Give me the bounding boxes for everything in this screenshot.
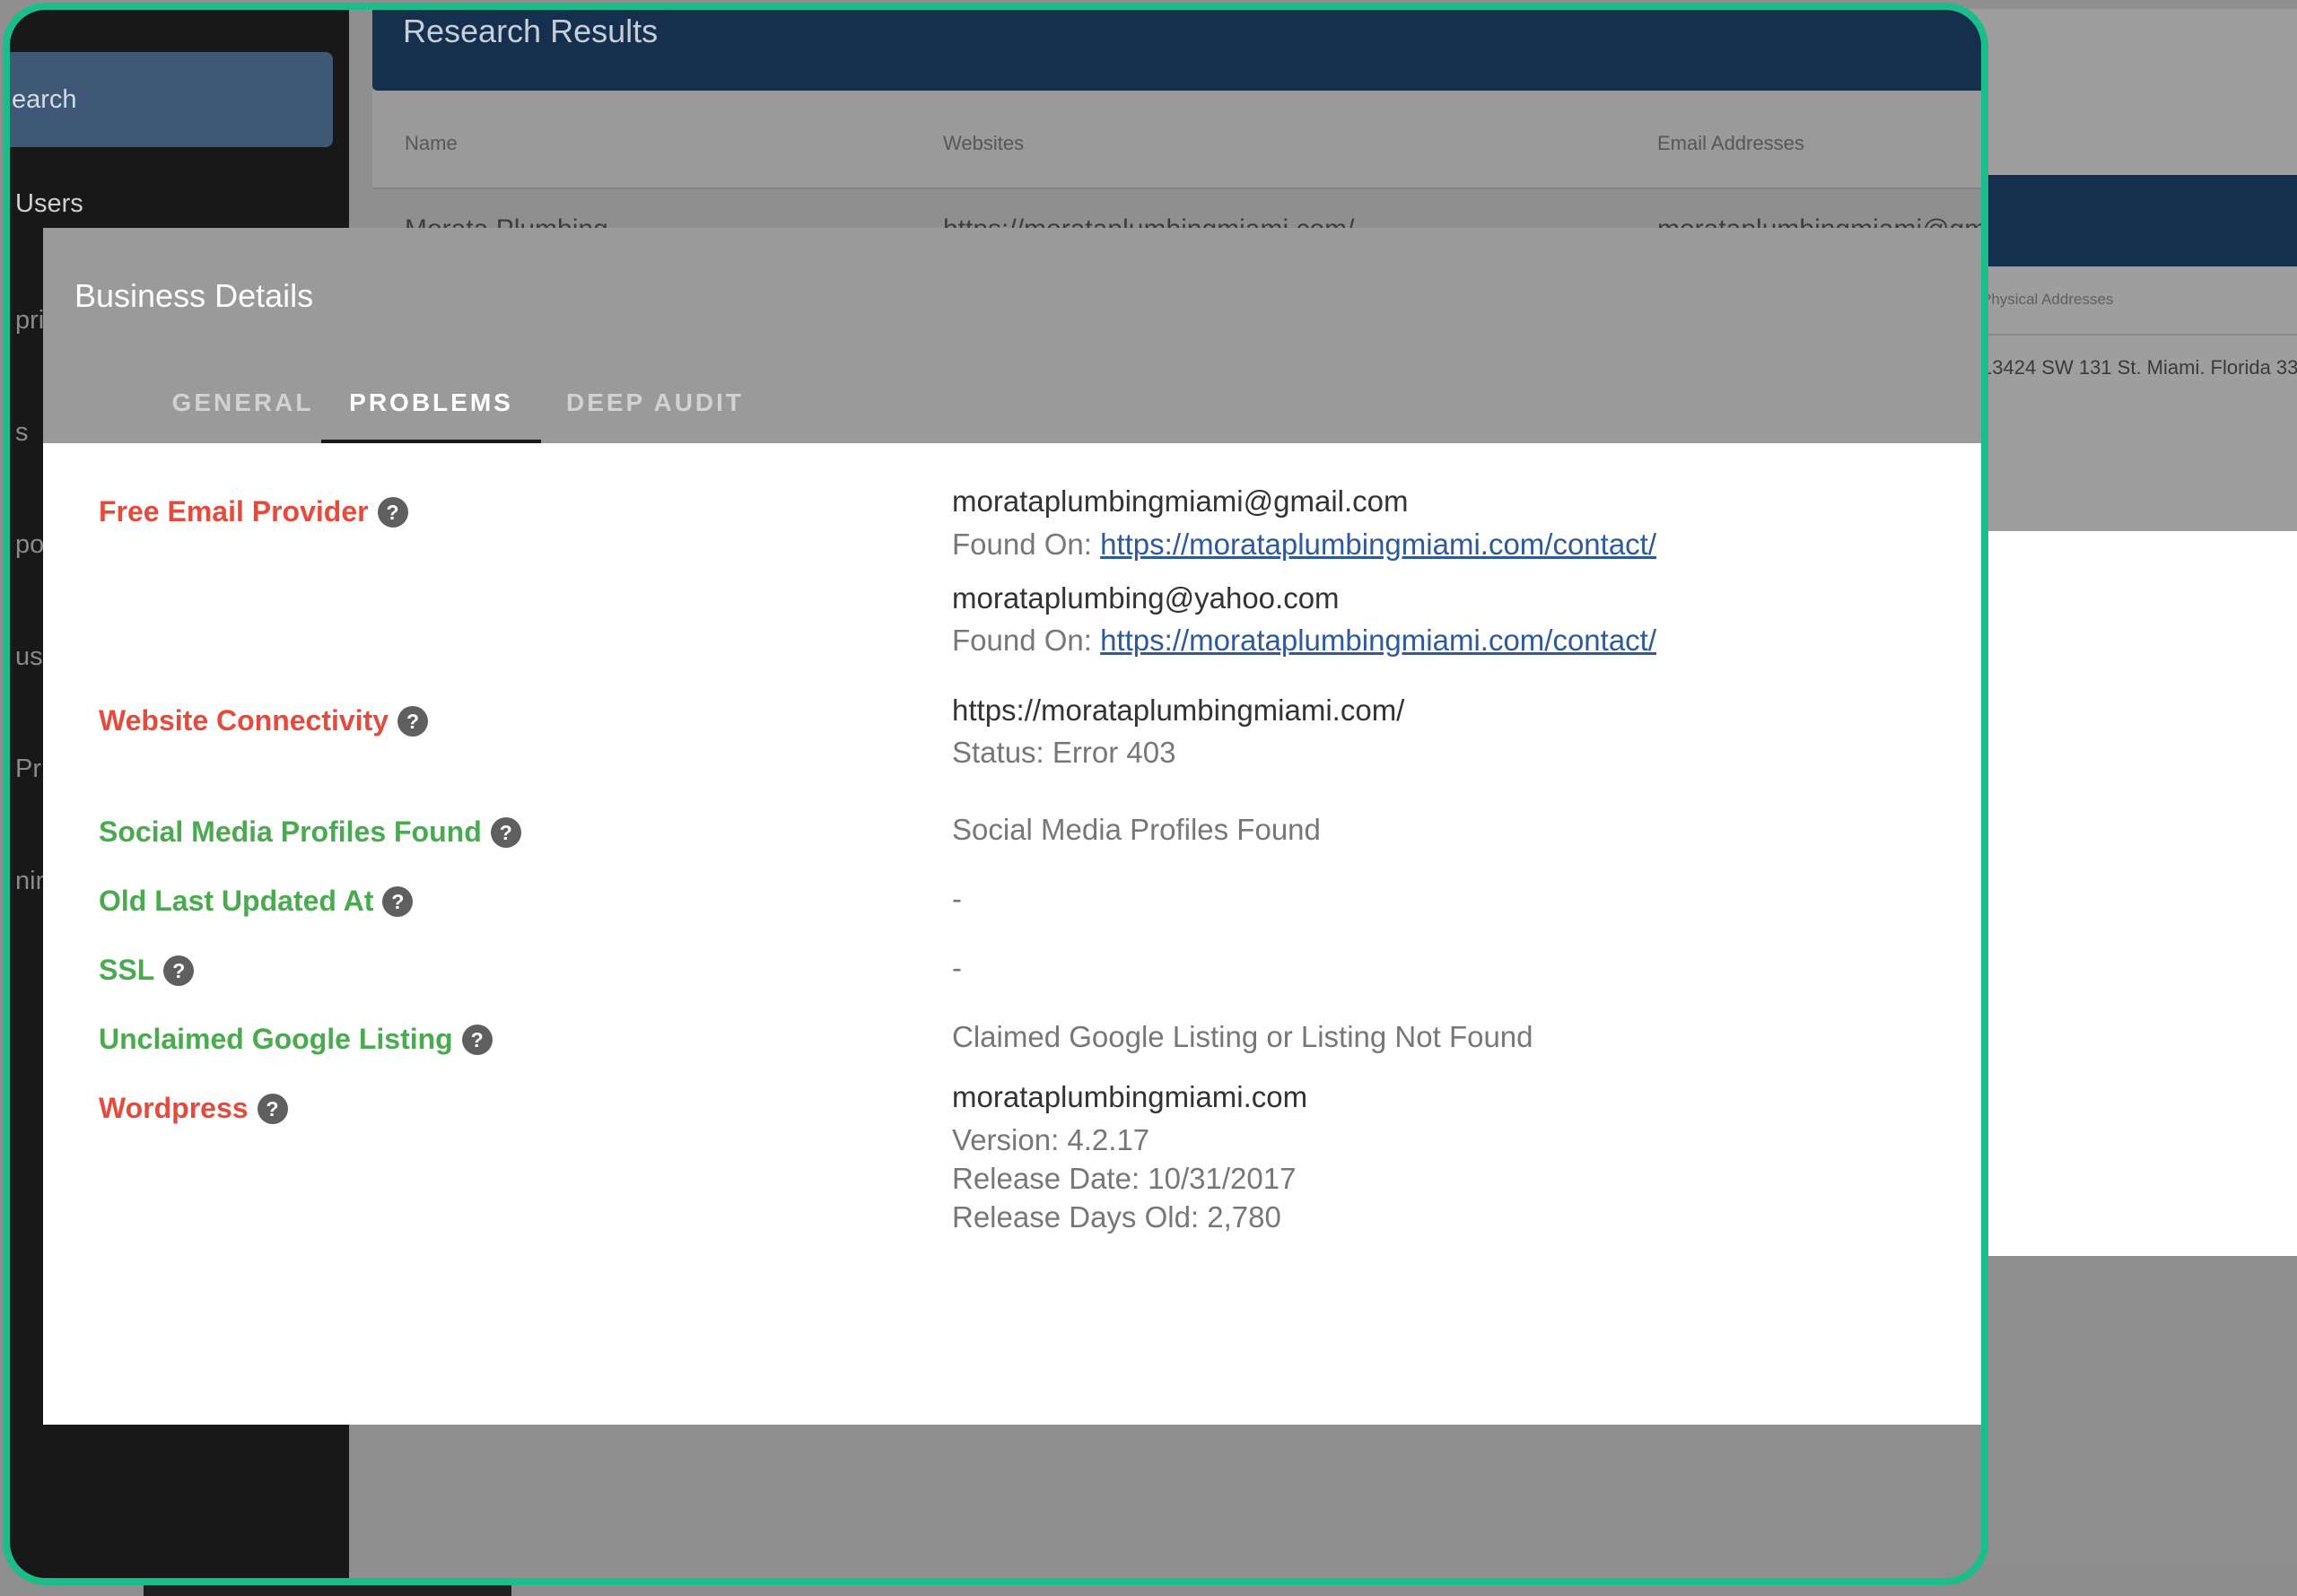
problem-label: Social Media Profiles Found [99,815,482,848]
found-on-prefix: Found On: [952,528,1101,561]
problem-wordpress: Wordpress ? [99,1092,288,1125]
tab-problems[interactable]: PROBLEMS [321,376,541,443]
found-on-prefix: Found On: [952,624,1101,657]
results-header: Research Results [372,10,1981,91]
results-title: Research Results [403,13,659,49]
sidebar-item-4[interactable]: po [15,530,44,560]
column-header-websites[interactable]: Websites [943,132,1024,155]
problem-label: Unclaimed Google Listing [99,1023,453,1055]
problem-social-media: Social Media Profiles Found ? [99,815,521,849]
background-column-header: Physical Addresses [1981,291,2114,308]
problem-website-connectivity: Website Connectivity ? [99,704,429,737]
help-icon[interactable]: ? [382,885,414,917]
found-on-link[interactable]: https://morataplumbingmiami.com/contact/ [1100,624,1656,657]
problem-unclaimed-google: Unclaimed Google Listing ? [99,1023,493,1056]
found-on-1: Found On: https://morataplumbingmiami.co… [952,528,1656,562]
help-icon[interactable]: ? [461,1024,493,1055]
background-divider [1952,334,2297,336]
wordpress-days-old: Release Days Old: 2,780 [952,1200,1281,1234]
help-icon[interactable]: ? [163,955,195,986]
sidebar-item-3[interactable]: s [15,418,29,448]
help-icon[interactable]: ? [490,816,521,848]
problem-old-last-updated: Old Last Updated At ? [99,885,414,918]
app-window: earch Users pria s po us Pr nin Research… [3,3,1988,1585]
connectivity-status: Status: Error 403 [952,736,1176,769]
wordpress-release-date: Release Date: 10/31/2017 [952,1162,1297,1195]
modal-title: Business Details [74,277,314,314]
email-value-2: morataplumbing@yahoo.com [952,581,1340,615]
found-on-link[interactable]: https://morataplumbingmiami.com/contact/ [1100,528,1656,561]
column-header-name[interactable]: Name [405,132,458,155]
modal-header: Business Details GENERAL PROBLEMS DEEP A… [43,228,1981,443]
sidebar-search-item[interactable]: earch [10,52,333,147]
background-panel-header [1952,175,2297,266]
wordpress-version: Version: 4.2.17 [952,1123,1150,1156]
background-address: 13424 SW 131 St, Miami, Florida 331 [1981,356,2297,374]
sidebar-item-users[interactable]: Users [15,189,83,219]
help-icon[interactable]: ? [257,1093,288,1124]
problem-label: Free Email Provider [99,495,369,528]
problem-label: Website Connectivity [99,704,389,737]
help-icon[interactable]: ? [397,705,429,737]
sidebar-item-6[interactable]: Pr [15,754,41,784]
business-details-modal: Business Details GENERAL PROBLEMS DEEP A… [43,228,1981,1425]
social-media-value: Social Media Profiles Found [952,813,1321,846]
help-icon[interactable]: ? [377,496,408,528]
problem-label: Wordpress [99,1092,249,1124]
tab-general[interactable]: GENERAL [164,376,321,443]
found-on-2: Found On: https://morataplumbingmiami.co… [952,624,1656,658]
ssl-value: - [952,951,962,984]
background-sheet [1952,531,2297,1256]
email-value-1: morataplumbingmiami@gmail.com [952,484,1409,518]
problem-label: SSL [99,954,155,986]
connectivity-url: https://morataplumbingmiami.com/ [952,693,1405,727]
google-listing-value: Claimed Google Listing or Listing Not Fo… [952,1020,1533,1053]
problem-free-email-provider: Free Email Provider ? [99,495,408,528]
results-table: Name Websites Email Addresses Morata Plu… [372,91,1981,244]
table-divider [372,188,1981,189]
wordpress-domain: morataplumbingmiami.com [952,1080,1308,1113]
column-header-emails[interactable]: Email Addresses [1657,132,1804,155]
problem-ssl: SSL ? [99,954,195,987]
tab-deep-audit[interactable]: DEEP AUDIT [565,376,745,443]
old-updated-value: - [952,882,962,915]
problem-label: Old Last Updated At [99,885,374,917]
sidebar-item-5[interactable]: us [15,642,43,672]
